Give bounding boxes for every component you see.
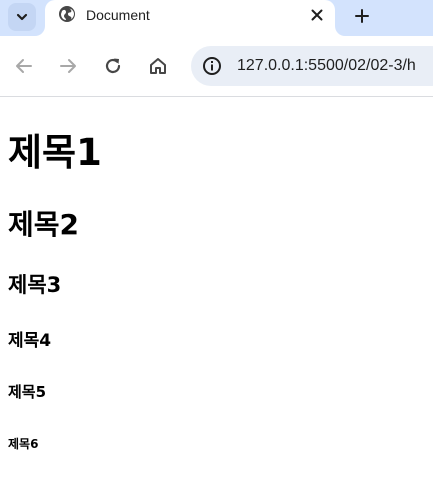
heading-1: 제목1 (8, 131, 102, 174)
tab-search-button[interactable] (8, 3, 36, 31)
home-icon (150, 58, 166, 74)
tab-close-button[interactable] (305, 3, 329, 27)
heading-4: 제목4 (8, 331, 52, 351)
site-info-button[interactable] (199, 53, 225, 79)
tab-strip: Document (0, 0, 433, 36)
heading-2: 제목2 (8, 208, 80, 241)
url-input[interactable] (237, 55, 433, 77)
back-button[interactable] (10, 52, 38, 80)
close-icon (311, 9, 323, 21)
plus-icon (355, 9, 369, 23)
forward-button[interactable] (54, 52, 82, 80)
home-button[interactable] (144, 52, 172, 80)
arrow-right-icon (60, 59, 76, 73)
reload-icon (105, 58, 121, 74)
browser-window: Document 127.0.0.1:5500/02/02-3/h 제목1 제목… (0, 0, 433, 480)
heading-3: 제목3 (8, 273, 62, 297)
arrow-left-icon (16, 59, 32, 73)
tab-document[interactable]: Document (45, 0, 335, 36)
tab-title: Document (86, 7, 150, 23)
page-content: 제목1 제목2 제목3 제목4 제목5 제목6 (0, 97, 433, 480)
new-tab-button[interactable] (347, 1, 377, 31)
browser-toolbar (0, 36, 433, 97)
info-icon (203, 57, 221, 75)
heading-5: 제목5 (8, 383, 47, 401)
reload-button[interactable] (99, 52, 127, 80)
chevron-down-icon (16, 13, 28, 21)
heading-6: 제목6 (8, 437, 39, 451)
globe-icon (59, 6, 75, 22)
address-bar[interactable] (191, 46, 433, 86)
